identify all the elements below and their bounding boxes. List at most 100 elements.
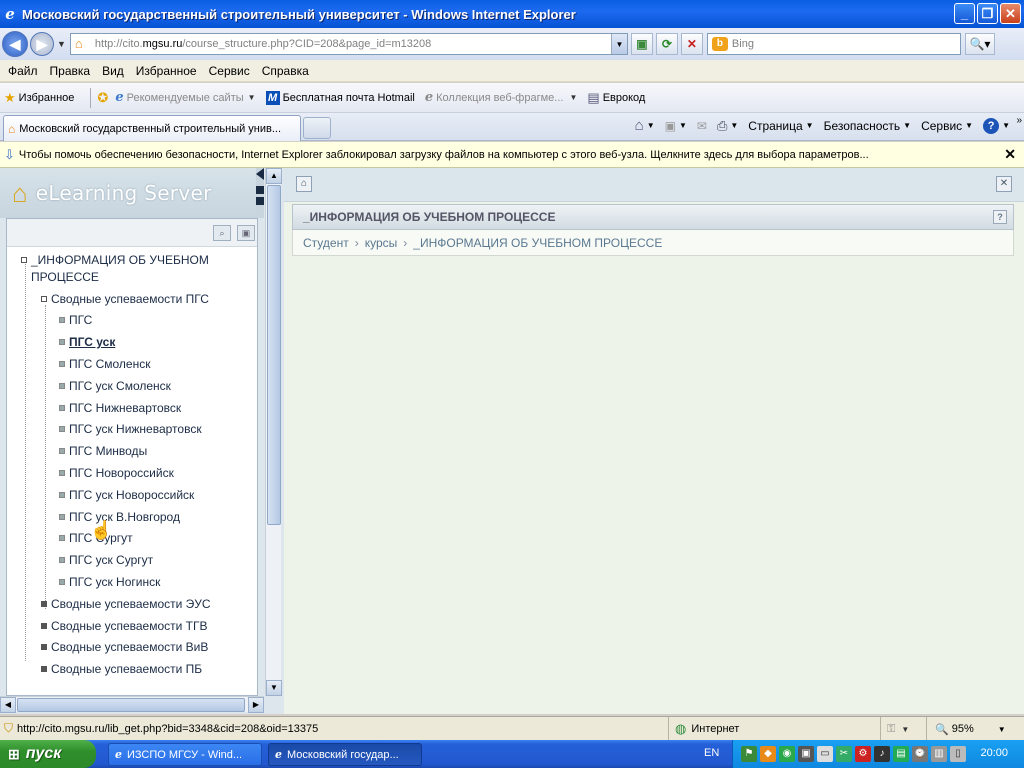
tree-item[interactable]: ПГС Новороссийск [59, 466, 174, 480]
tray-app-icon[interactable]: ⚑ [741, 746, 757, 762]
tree-item[interactable]: ПГС Нижневартовск [59, 401, 181, 415]
tray-app-icon[interactable]: ✂ [836, 746, 852, 762]
overflow-chevron-icon[interactable]: » [1016, 115, 1022, 126]
tree-collapse-icon[interactable]: ▣ [237, 225, 255, 241]
clock[interactable]: 20:00 [980, 747, 1008, 759]
tree-item[interactable]: ПГС уск Новороссийск [59, 488, 194, 502]
home-icon[interactable]: ⌂ [296, 176, 312, 192]
start-button[interactable]: ⊞ пуск [0, 740, 96, 768]
fav-suggested-sites[interactable]: e Рекомендуемые сайты ▼ [115, 90, 255, 105]
collapse-arrow-icon[interactable] [256, 168, 264, 180]
maximize-button[interactable]: ❐ [977, 3, 998, 24]
mail-button[interactable]: ✉ [697, 119, 707, 133]
stop-button[interactable]: ✕ [680, 33, 703, 55]
volume-icon[interactable]: ♪ [874, 746, 890, 762]
search-input[interactable]: b Bing [706, 33, 961, 55]
chevron-down-icon[interactable]: ▼ [248, 93, 256, 102]
tray-app-icon[interactable]: ▯ [950, 746, 966, 762]
tree-group[interactable]: Сводные успеваемости ЭУС [41, 597, 211, 611]
address-dropdown-icon[interactable]: ▼ [610, 34, 627, 54]
tray-app-icon[interactable]: ▥ [931, 746, 947, 762]
scroll-thumb[interactable] [267, 185, 281, 525]
menu-view[interactable]: Вид [102, 64, 124, 78]
zoom-control[interactable]: 🔍 95% ▼ [926, 717, 1006, 741]
breadcrumb-courses[interactable]: курсы [365, 236, 398, 250]
tree-item[interactable]: ПГС уск Сургут [59, 553, 153, 567]
tree-item[interactable]: ПГС уск Смоленск [59, 379, 171, 393]
minimize-button[interactable]: _ [954, 3, 975, 24]
expand-icon[interactable] [41, 665, 47, 672]
breadcrumb-student[interactable]: Студент [303, 236, 349, 250]
address-bar[interactable]: ⌂ http://cito.mgsu.ru/course_structure.p… [69, 33, 628, 55]
tray-app-icon[interactable]: ◆ [760, 746, 776, 762]
tree-group[interactable]: Сводные успеваемости ПБ [41, 662, 202, 676]
tray-app-icon[interactable]: ◉ [779, 746, 795, 762]
expand-icon[interactable] [41, 643, 47, 650]
taskbar-item-active[interactable]: e Московский государ... [268, 743, 422, 766]
language-indicator[interactable]: EN [704, 747, 719, 759]
scroll-right-icon[interactable]: ▶ [248, 697, 264, 713]
expand-icon[interactable] [41, 622, 47, 629]
tree-group-pgs[interactable]: Сводные успеваемости ПГС [41, 292, 209, 306]
add-favorite-button[interactable]: ✪ [97, 90, 111, 106]
search-button[interactable]: 🔍▾ [964, 33, 995, 55]
protected-mode-indicator[interactable]: ⚿ ▼ [880, 717, 924, 741]
page-menu[interactable]: Страница ▼ [748, 119, 813, 133]
menu-favorites[interactable]: Избранное [136, 64, 197, 78]
scroll-left-icon[interactable]: ◀ [0, 697, 16, 713]
tray-app-icon[interactable]: ⌚ [912, 746, 928, 762]
information-bar[interactable]: ⇩ Чтобы помочь обеспечению безопасности,… [0, 142, 1024, 168]
network-icon[interactable]: ▤ [893, 746, 909, 762]
print-button[interactable]: ⎙ ▼ [717, 118, 738, 134]
menu-edit[interactable]: Правка [50, 64, 91, 78]
home-button[interactable]: ⌂ ▼ [635, 117, 655, 134]
scroll-up-icon[interactable]: ▲ [266, 168, 282, 184]
expand-icon[interactable] [21, 256, 27, 263]
tree-item[interactable]: ПГС уск Нижневартовск [59, 422, 202, 436]
tree-item[interactable]: ПГС Минводы [59, 444, 147, 458]
taskbar-item[interactable]: e ИЗСПО МГСУ - Wind... [108, 743, 262, 766]
tree-group[interactable]: Сводные успеваемости ТГВ [41, 619, 208, 633]
scroll-thumb[interactable] [17, 698, 245, 712]
menu-help[interactable]: Справка [262, 64, 309, 78]
tools-menu[interactable]: Сервис ▼ [921, 119, 973, 133]
tray-app-icon[interactable]: ▭ [817, 746, 833, 762]
expand-icon[interactable] [41, 600, 47, 607]
menu-file[interactable]: Файл [8, 64, 38, 78]
back-button[interactable]: ◀ [2, 31, 28, 57]
favorites-button[interactable]: ★ Избранное [4, 90, 74, 106]
tree-vertical-scrollbar[interactable]: ▲ ▼ [265, 168, 282, 696]
new-tab-button[interactable] [303, 117, 331, 139]
pin-icon[interactable] [256, 186, 264, 194]
collapse-icon[interactable] [41, 295, 47, 302]
security-menu[interactable]: Безопасность ▼ [824, 119, 911, 133]
fav-eurocode[interactable]: ▤ Еврокод [587, 90, 645, 106]
tray-app-icon[interactable]: ⚙ [855, 746, 871, 762]
collapse-strip[interactable] [256, 168, 264, 218]
tree-item[interactable]: ПГС [59, 313, 92, 327]
tray-app-icon[interactable]: ▣ [798, 746, 814, 762]
infobar-close-icon[interactable]: ✕ [1004, 146, 1016, 163]
close-button[interactable]: ✕ [1000, 3, 1021, 24]
tab-active[interactable]: ⌂ Московский государственный строительны… [3, 115, 301, 141]
tree-horizontal-scrollbar[interactable]: ◀ ▶ [0, 696, 264, 713]
fav-web-slice-gallery[interactable]: e Коллекция веб-фрагме... ▼ [425, 90, 578, 105]
help-icon[interactable]: ? [993, 210, 1007, 224]
tree-root[interactable]: _ИНФОРМАЦИЯ ОБ УЧЕБНОМ [21, 253, 209, 267]
scroll-down-icon[interactable]: ▼ [266, 680, 282, 696]
menu-tools[interactable]: Сервис [209, 64, 250, 78]
compatibility-view-button[interactable]: ▣ [630, 33, 653, 55]
security-zone[interactable]: ◍ Интернет [668, 717, 739, 741]
tree-item-active[interactable]: ПГС уск [59, 335, 115, 349]
close-icon[interactable]: ✕ [996, 176, 1012, 192]
history-dropdown-icon[interactable]: ▼ [57, 39, 66, 49]
chevron-down-icon[interactable]: ▼ [569, 93, 577, 102]
address-url[interactable]: http://cito.mgsu.ru/course_structure.php… [95, 38, 431, 50]
tree-item[interactable]: ПГС уск В.Новгород [59, 510, 180, 524]
forward-button[interactable]: ▶ [30, 32, 54, 56]
help-menu[interactable]: ? ▼ [983, 117, 1010, 134]
pin-icon[interactable] [256, 197, 264, 205]
refresh-button[interactable]: ⟳ [655, 33, 678, 55]
tree-item[interactable]: ПГС Смоленск [59, 357, 150, 371]
tree-group[interactable]: Сводные успеваемости ВиВ [41, 640, 208, 654]
